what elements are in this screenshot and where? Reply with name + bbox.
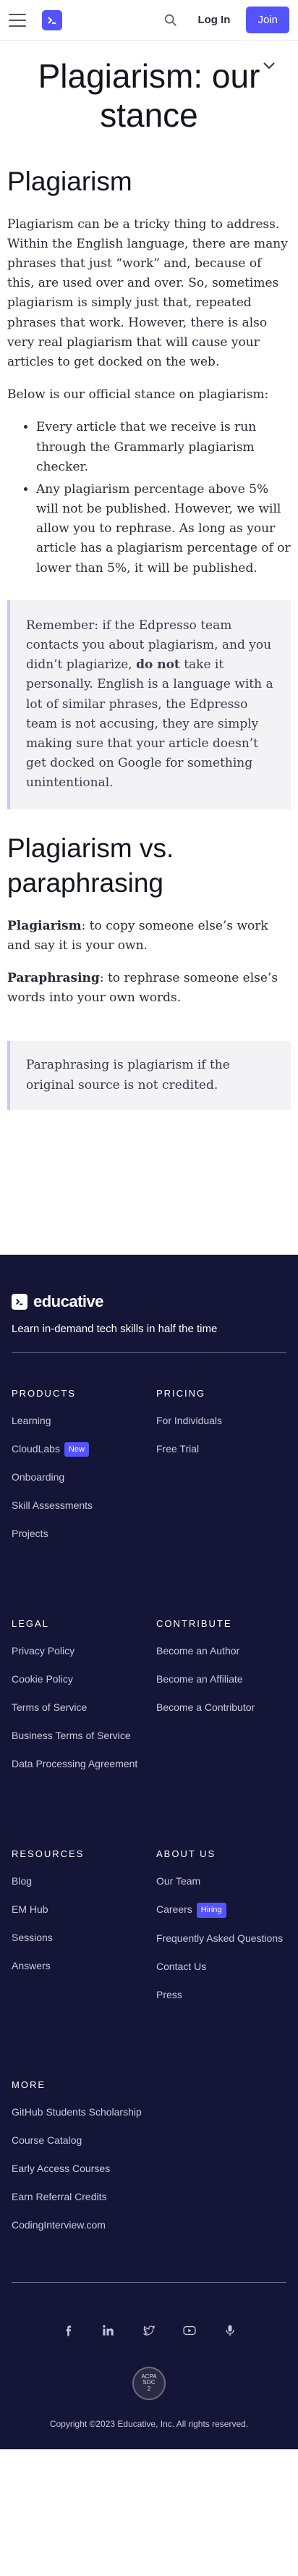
footer-col-legal: LEGAL Privacy Policy Cookie Policy Terms… <box>12 1583 142 1814</box>
footer-link-learning[interactable]: Learning <box>12 1413 142 1428</box>
footer-heading: MORE <box>12 2079 46 2090</box>
stance-list: Every article that we receive is run thr… <box>36 418 291 578</box>
footer-tagline: Learn in-demand tech skills in half the … <box>12 1323 286 1353</box>
footer-brand-name: educative <box>33 1292 104 1310</box>
footer-links-grid: PRODUCTS Learning CloudLabs New Onboardin… <box>12 1353 286 2275</box>
section-heading-vs: Plagiarism vs. paraphrasing <box>7 833 174 898</box>
footer-link-contributor[interactable]: Become a Contributor <box>156 1700 286 1715</box>
callout-remember: Remember: if the Edpresso team contacts … <box>7 599 291 809</box>
intro-paragraph: Plagiarism can be a tricky thing to addr… <box>7 216 288 369</box>
footer-link-press[interactable]: Press <box>156 1987 286 2003</box>
callout-bold: do not <box>136 657 180 673</box>
footer-link-faq[interactable]: Frequently Asked Questions <box>156 1931 286 1946</box>
article-body: Plagiarism Plagiarism can be a tricky th… <box>0 164 298 1110</box>
definition-paraphrasing: Paraphrasing: to rephrase someone else’s… <box>7 969 291 1008</box>
copyright-text: Copyright ©2023 Educative, Inc. All righ… <box>49 2418 249 2429</box>
social-links <box>12 2283 286 2367</box>
chevron-down-icon[interactable] <box>260 56 278 74</box>
hiring-badge: Hiring <box>196 1903 226 1918</box>
page-title: Plagiarism: our stance <box>38 57 260 135</box>
callout-text: Remember: if the Edpresso team contacts … <box>26 616 275 794</box>
footer-heading: CONTRIBUTE <box>156 1618 232 1630</box>
footer-link-contact[interactable]: Contact Us <box>156 1959 286 1974</box>
title-section: Plagiarism: our stance <box>0 41 298 143</box>
educative-logo-icon <box>12 1293 27 1310</box>
acpa-badge-icon: ACPA SOC 2 <box>132 2366 166 2400</box>
footer-col-resources: RESOURCES Blog EM Hub Sessions Answers <box>12 1814 142 2045</box>
footer-heading: LEGAL <box>12 1618 49 1630</box>
footer-col-about: ABOUT US Our Team Careers Hiring Frequent… <box>156 1814 286 2045</box>
footer-link-terms[interactable]: Terms of Service <box>12 1700 142 1715</box>
search-icon[interactable] <box>163 12 179 28</box>
footer-link-privacy[interactable]: Privacy Policy <box>12 1643 142 1659</box>
footer-heading: PRICING <box>156 1387 206 1399</box>
footer-link-label: Careers <box>156 1903 192 1916</box>
footer-heading: ABOUT US <box>156 1848 216 1860</box>
podcast-icon[interactable] <box>223 2323 237 2338</box>
list-item: Every article that we receive is run thr… <box>36 418 291 477</box>
badge-line: 2 <box>147 2386 151 2393</box>
educative-logo-icon[interactable] <box>42 9 62 30</box>
youtube-icon[interactable] <box>182 2323 197 2338</box>
footer-link-onboarding[interactable]: Onboarding <box>12 1470 142 1485</box>
footer-link-sessions[interactable]: Sessions <box>12 1930 142 1945</box>
footer-col-more: MORE GitHub Students Scholarship Course … <box>12 2045 142 2275</box>
linkedin-icon[interactable] <box>101 2323 116 2338</box>
footer-link-referral[interactable]: Earn Referral Credits <box>12 2189 142 2205</box>
facebook-icon[interactable] <box>61 2323 75 2338</box>
footer-link-early-access[interactable]: Early Access Courses <box>12 2161 142 2176</box>
join-button[interactable]: Join <box>246 7 289 33</box>
footer-link-author[interactable]: Become an Author <box>156 1643 286 1659</box>
footer-link-dpa[interactable]: Data Processing Agreement <box>12 1756 142 1772</box>
definition-term: Plagiarism <box>7 918 82 933</box>
footer-link-careers[interactable]: Careers Hiring <box>156 1902 286 1918</box>
footer-link-em-hub[interactable]: EM Hub <box>12 1902 142 1917</box>
footer-col-contribute: CONTRIBUTE Become an Author Become an Af… <box>156 1583 286 1814</box>
definition-plagiarism: Plagiarism: to copy someone else’s work … <box>7 917 291 956</box>
footer-link-course-catalog[interactable]: Course Catalog <box>12 2133 142 2148</box>
new-badge: New <box>64 1441 89 1457</box>
footer-link-business-terms[interactable]: Business Terms of Service <box>12 1728 142 1743</box>
footer-link-cookie[interactable]: Cookie Policy <box>12 1672 142 1687</box>
footer-link-github-scholarship[interactable]: GitHub Students Scholarship <box>12 2105 142 2120</box>
callout-text: Paraphrasing is plagiarism if the origin… <box>26 1058 230 1093</box>
callout-text-part: take it personally. English is a languag… <box>26 657 273 791</box>
footer-link-label: CloudLabs <box>12 1442 60 1455</box>
site-footer: educative Learn in-demand tech skills in… <box>0 1254 298 2449</box>
footer-link-free-trial[interactable]: Free Trial <box>156 1441 286 1457</box>
twitter-icon[interactable] <box>142 2323 156 2338</box>
footer-link-affiliate[interactable]: Become an Affiliate <box>156 1672 286 1687</box>
top-navbar: Log In Join <box>0 0 298 41</box>
section-heading-plagiarism: Plagiarism <box>7 166 132 196</box>
footer-heading: RESOURCES <box>12 1848 85 1860</box>
list-item: Any plagiarism percentage above 5% will … <box>36 480 291 578</box>
footer-link-projects[interactable]: Projects <box>12 1526 142 1541</box>
stance-intro: Below is our official stance on plagiari… <box>7 387 269 403</box>
footer-heading: PRODUCTS <box>12 1387 76 1399</box>
hamburger-icon[interactable] <box>9 13 26 27</box>
footer-col-products: PRODUCTS Learning CloudLabs New Onboardin… <box>12 1353 142 1584</box>
footer-link-skill-assessments[interactable]: Skill Assessments <box>12 1498 142 1513</box>
footer-brand[interactable]: educative <box>12 1292 286 1311</box>
footer-link-codinginterview[interactable]: CodingInterview.com <box>12 2218 142 2233</box>
footer-link-blog[interactable]: Blog <box>12 1874 142 1889</box>
definition-term: Paraphrasing <box>7 971 100 986</box>
acpa-badge-wrap: ACPA SOC 2 <box>12 2366 286 2400</box>
footer-link-answers[interactable]: Answers <box>12 1958 142 1974</box>
login-link[interactable]: Log In <box>197 14 230 26</box>
footer-link-team[interactable]: Our Team <box>156 1874 286 1889</box>
footer-col-pricing: PRICING For Individuals Free Trial <box>156 1353 286 1584</box>
callout-paraphrasing: Paraphrasing is plagiarism if the origin… <box>7 1041 291 1110</box>
footer-link-cloudlabs[interactable]: CloudLabs New <box>12 1441 142 1457</box>
footer-link-individuals[interactable]: For Individuals <box>156 1413 286 1428</box>
